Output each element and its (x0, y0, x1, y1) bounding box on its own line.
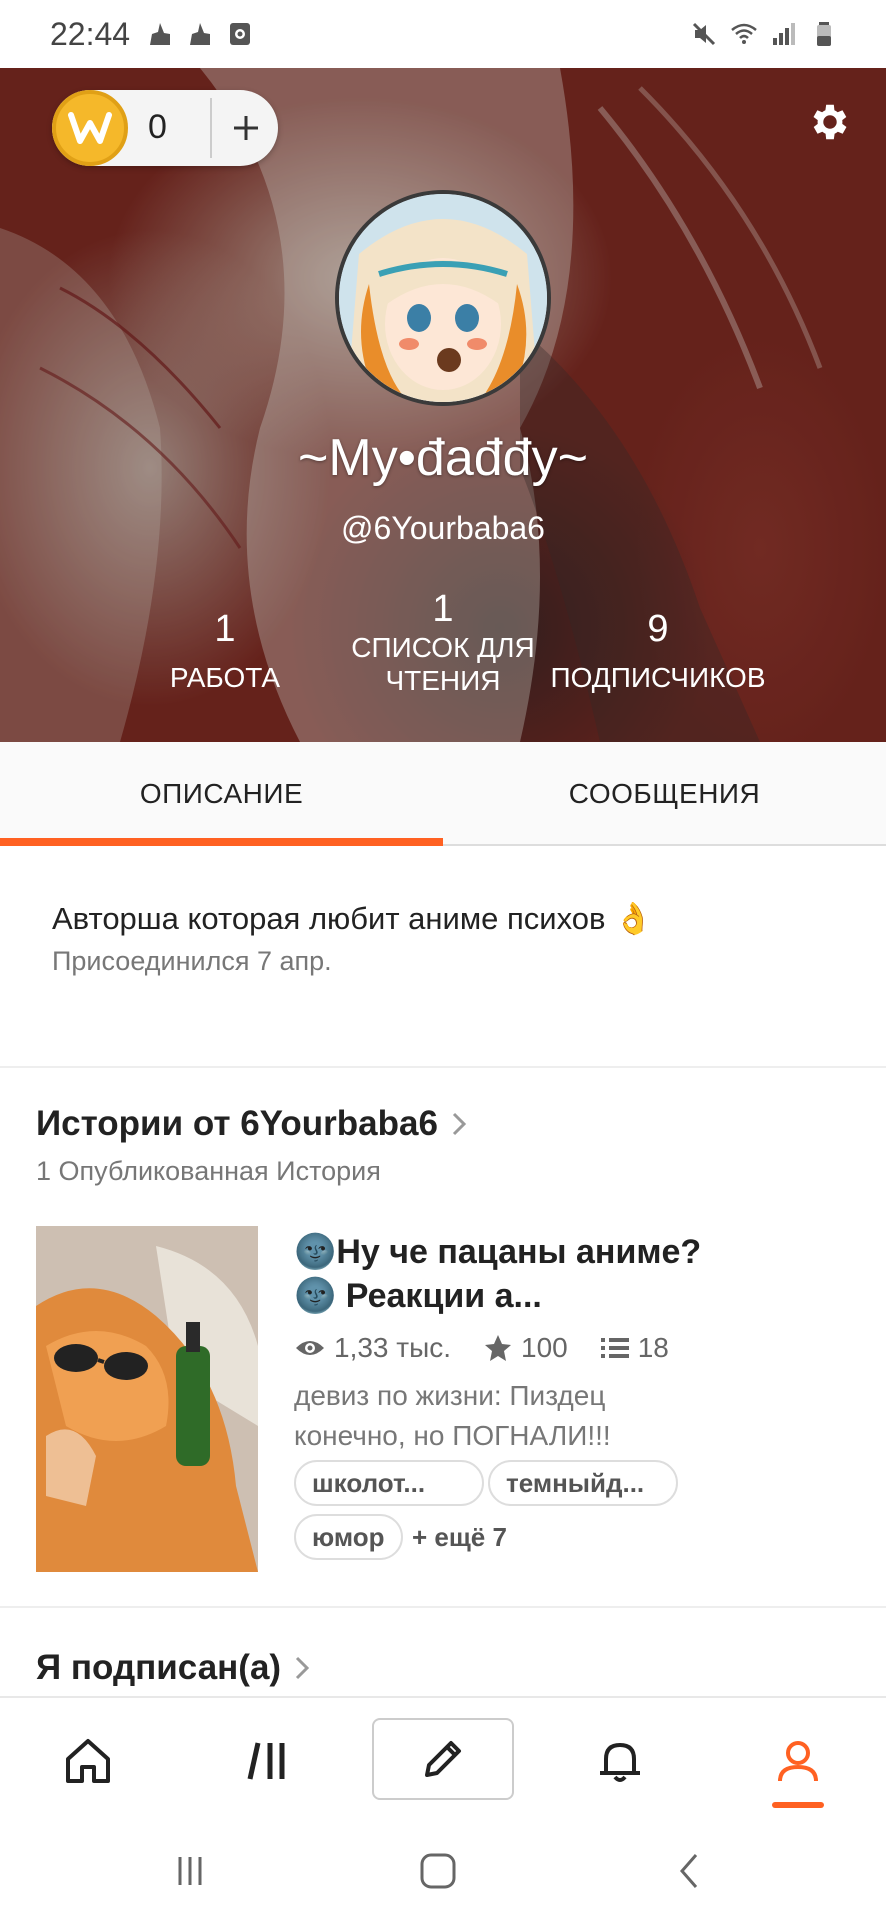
recent-apps-icon (178, 1857, 202, 1885)
recent-apps-button[interactable] (160, 1846, 220, 1896)
signal-icon (773, 23, 795, 45)
section-divider (0, 1066, 886, 1068)
tag-chip[interactable]: темныйд... (488, 1460, 678, 1506)
followers-label: ПОДПИСЧИКОВ (550, 662, 766, 693)
stories-section-header[interactable]: Истории от 6Yourbaba6 (36, 1104, 468, 1144)
broom-icon (150, 23, 170, 45)
nav-active-indicator (772, 1802, 824, 1808)
nav-notifications[interactable] (560, 1698, 680, 1824)
avatar-image (339, 194, 547, 402)
wattpad-w-icon (68, 112, 112, 144)
coin-divider (210, 98, 212, 158)
profile-header: 0 ~My•đađđy~ @6Yourbaba6 1 РАБОТА 1 СПИС… (0, 68, 886, 742)
votes-count: 100 (521, 1332, 568, 1363)
chevron-right-icon (452, 1112, 467, 1136)
chevron-right-icon (296, 1656, 310, 1680)
wifi-icon (731, 23, 757, 44)
mute-icon (692, 22, 716, 46)
stat-reading-lists[interactable]: 1 СПИСОК ДЛЯ ЧТЕНИЯ (330, 588, 556, 697)
library-icon (247, 1742, 285, 1780)
back-button[interactable] (660, 1846, 720, 1896)
profile-icon (778, 1741, 818, 1782)
more-tags-link[interactable]: + ещё 7 (412, 1522, 507, 1553)
following-section-header[interactable]: Я подписан(а) (36, 1648, 311, 1688)
username-handle: @6Yourbaba6 (341, 510, 545, 546)
status-bar: 22:44 (0, 0, 886, 68)
votes-stat: 100 (483, 1332, 568, 1364)
stat-works[interactable]: 1 РАБОТА (140, 608, 310, 694)
works-count: 1 (214, 608, 236, 650)
reading-count: 1 (432, 588, 454, 630)
back-chevron-icon (680, 1854, 698, 1888)
battery-icon (817, 22, 831, 46)
views-stat: 1,33 тыс. (294, 1332, 451, 1364)
star-icon (485, 1335, 512, 1361)
system-navigation-bar (0, 1822, 886, 1920)
bio-text: Авторша которая любит аниме психов 👌 (52, 901, 653, 936)
status-time: 22:44 (50, 16, 131, 52)
gear-icon (813, 104, 847, 140)
views-count: 1,33 тыс. (334, 1332, 452, 1363)
settings-button[interactable] (800, 92, 860, 152)
story-description: девиз по жизни: Пиздец конечно, но ПОГНА… (294, 1380, 611, 1451)
status-left-icons (146, 20, 254, 48)
bottom-navigation (0, 1696, 886, 1822)
tag-chip[interactable]: школот... (294, 1460, 484, 1506)
coin-wallet[interactable]: 0 (52, 90, 278, 166)
parts-count: 18 (637, 1332, 669, 1363)
tab-messages[interactable]: СООБЩЕНИЯ (443, 742, 886, 846)
write-icon (425, 1741, 461, 1777)
active-tab-indicator (0, 838, 443, 846)
nav-library[interactable] (208, 1698, 328, 1824)
stat-followers[interactable]: 9 ПОДПИСЧИКОВ (540, 608, 776, 694)
avatar[interactable] (335, 190, 551, 406)
story-cover[interactable] (36, 1226, 258, 1572)
tag-chip[interactable]: юмор (294, 1514, 403, 1560)
nav-write[interactable] (372, 1718, 514, 1800)
notifications-icon (600, 1743, 640, 1782)
works-label: РАБОТА (169, 662, 281, 693)
broom-icon (190, 23, 210, 45)
home-system-button[interactable] (408, 1846, 468, 1896)
coin-count: 0 (148, 108, 167, 146)
stories-title: Истории от 6Yourbaba6 (36, 1104, 438, 1143)
story-stats: 1,33 тыс. 100 18 (294, 1332, 691, 1364)
eye-icon (296, 1341, 324, 1355)
reading-label: СПИСОК ДЛЯ ЧТЕНИЯ (351, 632, 535, 696)
following-title: Я подписан(а) (36, 1648, 282, 1687)
nav-home[interactable] (28, 1698, 148, 1824)
status-right-icons (690, 20, 838, 48)
story-title[interactable]: 🌚Ну че пацаны аниме?🌚 Реакции а... (294, 1230, 714, 1318)
tab-about[interactable]: ОПИСАНИЕ (0, 742, 443, 846)
parts-stat: 18 (600, 1332, 669, 1364)
stories-count: 1 Опубликованная История (36, 1156, 381, 1186)
coin-icon (52, 90, 128, 166)
profile-tabs: ОПИСАНИЕ СООБЩЕНИЯ (0, 742, 886, 846)
home-icon (66, 1739, 110, 1783)
joined-date: Присоединился 7 апр. (52, 946, 332, 976)
followers-count: 9 (647, 608, 669, 650)
add-coins-button[interactable] (214, 90, 278, 166)
story-cover-image (36, 1226, 258, 1572)
section-divider (0, 1606, 886, 1608)
plus-icon (234, 116, 258, 140)
screen-record-icon (230, 23, 250, 45)
display-name: ~My•đađđy~ (298, 429, 588, 487)
list-icon (600, 1338, 629, 1358)
home-square-icon (420, 1853, 456, 1889)
